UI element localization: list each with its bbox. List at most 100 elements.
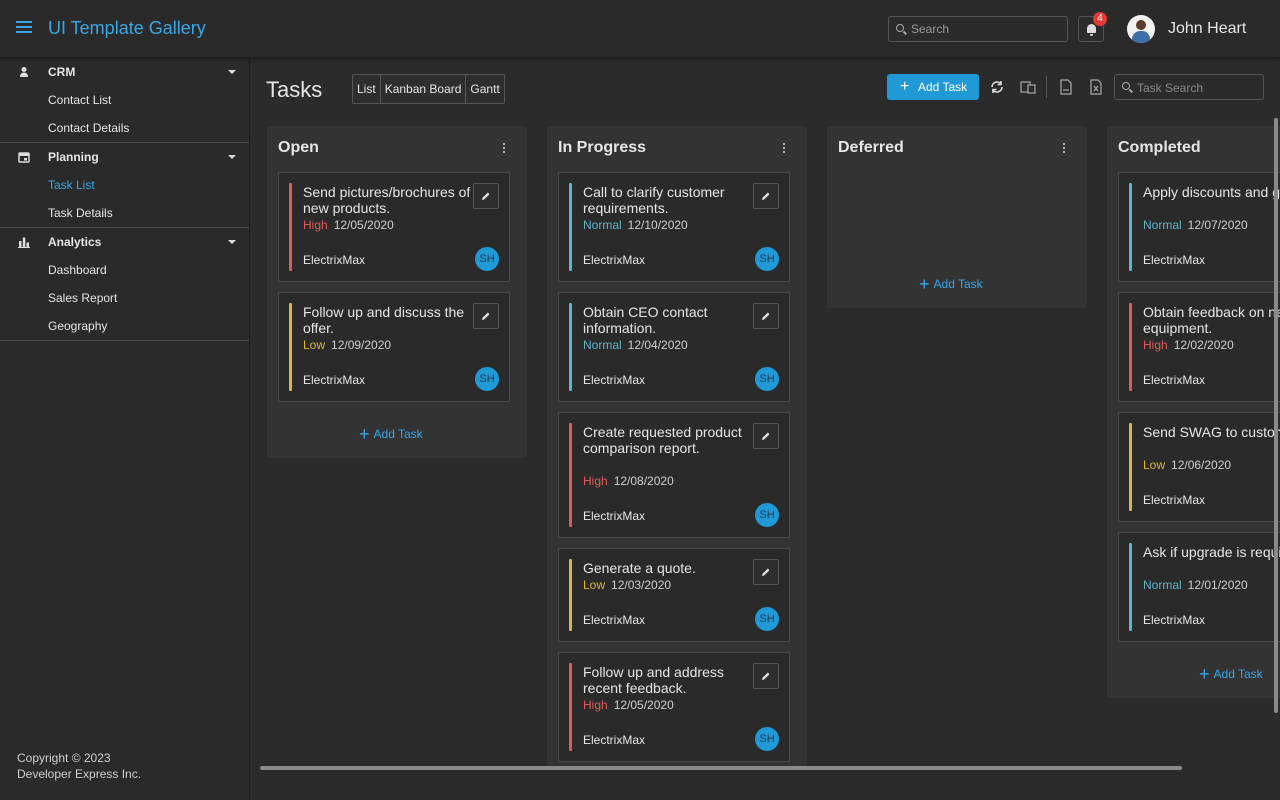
task-date: 12/02/2020: [1173, 338, 1234, 352]
export-excel-icon[interactable]: [1087, 78, 1105, 96]
owner-avatar: SH: [475, 367, 499, 391]
search-input[interactable]: [911, 20, 1061, 38]
task-card[interactable]: Send SWAG to customer. Low 12/06/2020 Ele…: [1118, 412, 1280, 522]
task-card[interactable]: Obtain feedback on new equipment. High 12…: [1118, 292, 1280, 402]
sidebar-item-task-details[interactable]: Task Details: [0, 199, 249, 227]
global-search[interactable]: [888, 16, 1068, 42]
app-title[interactable]: UI Template Gallery: [48, 18, 206, 39]
task-search[interactable]: [1114, 74, 1264, 100]
sidebar-item-contact-details[interactable]: Contact Details: [0, 114, 249, 142]
chevron-down-icon: [228, 155, 236, 159]
nav-group-label: Planning: [48, 150, 99, 164]
task-card[interactable]: Obtain CEO contact information. Normal 12…: [558, 292, 790, 402]
more-vertical-icon[interactable]: [783, 143, 786, 155]
task-company: ElectrixMax: [1143, 493, 1206, 507]
add-task-link[interactable]: + Add Task: [1199, 664, 1263, 685]
column-in-progress: In Progress Call to clarify customer req…: [547, 126, 807, 766]
edit-task-button[interactable]: [753, 663, 779, 689]
add-task-button[interactable]: + Add Task: [887, 74, 979, 100]
column-deferred: Deferred + Add Task: [827, 126, 1087, 308]
add-task-link[interactable]: + Add Task: [919, 274, 983, 295]
task-card[interactable]: Follow up and address recent feedback. H…: [558, 652, 790, 762]
owner-avatar: SH: [755, 247, 779, 271]
task-priority: Normal: [1143, 218, 1182, 232]
view-kanban-button[interactable]: Kanban Board: [380, 75, 467, 103]
sidebar-item-task-list[interactable]: Task List: [0, 171, 249, 199]
vertical-scrollbar[interactable]: [1274, 118, 1278, 713]
task-title: Obtain CEO contact information.: [583, 304, 708, 336]
owner-avatar: SH: [755, 367, 779, 391]
edit-task-button[interactable]: [753, 183, 779, 209]
menu-icon[interactable]: [14, 18, 34, 38]
nav-group-header-crm[interactable]: CRM: [0, 58, 249, 86]
task-title: Obtain feedback on new equipment.: [1143, 304, 1280, 336]
app-header: UI Template Gallery 4 John Heart: [0, 0, 1280, 58]
edit-task-button[interactable]: [753, 559, 779, 585]
user-name[interactable]: John Heart: [1168, 20, 1246, 38]
sidebar-item-contact-list[interactable]: Contact List: [0, 86, 249, 114]
copyright: Copyright © 2023 Developer Express Inc.: [17, 750, 141, 782]
more-vertical-icon[interactable]: [1063, 143, 1066, 155]
bell-icon: [1087, 24, 1096, 36]
task-title: Send pictures/brochures of new products.: [303, 184, 471, 216]
task-card[interactable]: Create requested product comparison repo…: [558, 412, 790, 538]
user-icon: [20, 67, 28, 77]
view-list-button[interactable]: List: [353, 75, 381, 103]
task-company: ElectrixMax: [303, 253, 366, 267]
priority-indicator: [1129, 423, 1132, 511]
nav-group-planning: Planning Task List Task Details: [0, 143, 249, 228]
task-card[interactable]: Ask if upgrade is required. Normal 12/01/…: [1118, 532, 1280, 642]
task-priority: Low: [303, 338, 326, 352]
pencil-icon: [762, 568, 770, 576]
priority-indicator: [569, 559, 572, 631]
view-gantt-button[interactable]: Gantt: [466, 75, 504, 103]
calendar-icon: [18, 152, 30, 163]
task-card[interactable]: Generate a quote. Low 12/03/2020 Electrix…: [558, 548, 790, 642]
nav-group-header-planning[interactable]: Planning: [0, 143, 249, 171]
priority-indicator: [1129, 303, 1132, 391]
pencil-icon: [482, 192, 490, 200]
column-title: Completed: [1118, 139, 1201, 156]
task-card[interactable]: Follow up and discuss the offer. Low 12/0…: [278, 292, 510, 402]
refresh-icon[interactable]: [988, 78, 1006, 96]
nav-group-header-analytics[interactable]: Analytics: [0, 228, 249, 256]
column-chooser-icon[interactable]: [1019, 78, 1037, 96]
edit-task-button[interactable]: [753, 303, 779, 329]
nav-group-label: CRM: [48, 65, 76, 79]
task-priority: Low: [583, 578, 606, 592]
owner-avatar: SH: [755, 727, 779, 751]
edit-task-button[interactable]: [473, 183, 499, 209]
task-card[interactable]: Call to clarify customer requirements. N…: [558, 172, 790, 282]
sidebar-item-geography[interactable]: Geography: [0, 312, 249, 340]
edit-task-button[interactable]: [753, 423, 779, 449]
task-date: 12/10/2020: [627, 218, 688, 232]
edit-task-button[interactable]: [473, 303, 499, 329]
priority-indicator: [569, 183, 572, 271]
sidebar: CRM Contact List Contact Details Plannin…: [0, 58, 250, 800]
sidebar-item-sales-report[interactable]: Sales Report: [0, 284, 249, 312]
pencil-icon: [762, 192, 770, 200]
export-pdf-icon[interactable]: [1057, 78, 1075, 96]
horizontal-scrollbar[interactable]: [260, 766, 1182, 770]
task-company: ElectrixMax: [583, 613, 646, 627]
task-card[interactable]: Apply discounts and generate a binding o…: [1118, 172, 1280, 282]
owner-avatar: SH: [755, 503, 779, 527]
priority-indicator: [1129, 543, 1132, 631]
task-date: 12/04/2020: [627, 338, 688, 352]
priority-indicator: [1129, 183, 1132, 271]
task-search-input[interactable]: [1137, 79, 1257, 97]
sidebar-item-dashboard[interactable]: Dashboard: [0, 256, 249, 284]
more-vertical-icon[interactable]: [503, 143, 506, 155]
column-title: Deferred: [838, 139, 904, 156]
pencil-icon: [762, 672, 770, 680]
task-card[interactable]: Send pictures/brochures of new products.…: [278, 172, 510, 282]
task-company: ElectrixMax: [1143, 613, 1206, 627]
add-task-link[interactable]: + Add Task: [359, 424, 423, 445]
avatar[interactable]: [1127, 15, 1155, 43]
task-company: ElectrixMax: [1143, 373, 1206, 387]
task-priority: High: [583, 698, 608, 712]
page-title: Tasks: [266, 77, 323, 102]
task-date: 12/05/2020: [613, 698, 674, 712]
chevron-down-icon: [228, 240, 236, 244]
notification-badge: 4: [1093, 12, 1107, 26]
